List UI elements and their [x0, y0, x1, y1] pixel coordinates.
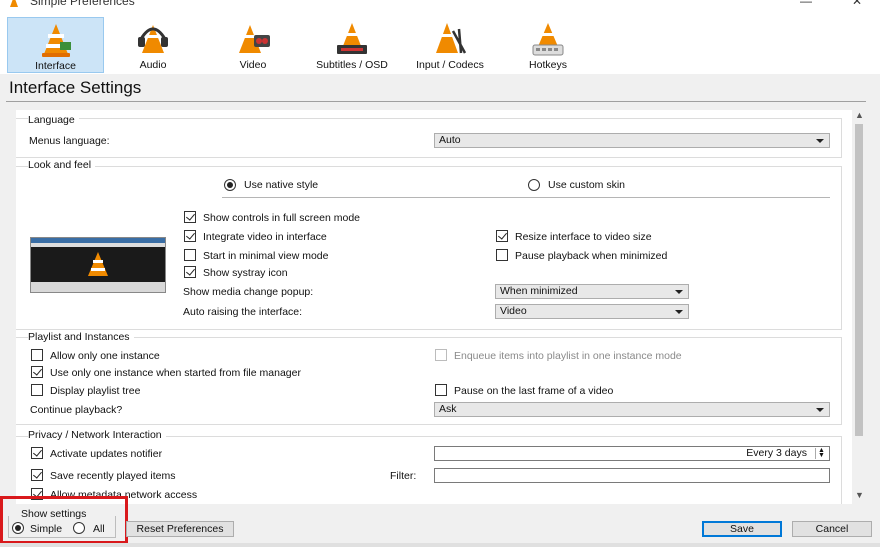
recent-items-label[interactable]: Save recently played items	[50, 470, 175, 482]
simple-radio[interactable]	[12, 522, 24, 534]
minimal-view-label[interactable]: Start in minimal view mode	[203, 250, 328, 262]
menus-language-select[interactable]: Auto	[434, 133, 830, 148]
native-style-radio[interactable]	[224, 179, 236, 191]
category-toolbar: Interface Audio Video Subtitles / OSD In…	[0, 12, 880, 74]
scrollbar-thumb[interactable]	[855, 124, 863, 436]
chevron-down-icon	[816, 139, 824, 143]
continue-playback-select[interactable]: Ask	[434, 402, 830, 417]
playlist-group-title: Playlist and Instances	[28, 331, 134, 343]
fullscreen-controls-checkbox[interactable]	[184, 211, 196, 223]
updates-interval-spinbox[interactable]: Every 3 days ▲ ▼	[434, 446, 830, 461]
media-popup-value: When minimized	[500, 285, 578, 297]
language-group-title: Language	[28, 114, 79, 126]
tab-subtitles-osd[interactable]: Subtitles / OSD	[305, 17, 399, 73]
enqueue-checkbox	[435, 349, 447, 361]
heading-divider	[6, 101, 866, 102]
native-style-label[interactable]: Use native style	[244, 179, 318, 191]
tab-video-label: Video	[239, 59, 267, 71]
recent-items-checkbox[interactable]	[31, 469, 43, 481]
pause-last-frame-label[interactable]: Pause on the last frame of a video	[454, 385, 613, 397]
window-bottom-edge	[0, 543, 880, 547]
vlc-cone-preview-icon	[88, 252, 108, 276]
filter-label: Filter:	[390, 470, 417, 482]
tab-video[interactable]: Video	[210, 17, 296, 73]
systray-checkbox[interactable]	[184, 266, 196, 278]
playlist-tree-label[interactable]: Display playlist tree	[50, 385, 140, 397]
chevron-down-icon	[816, 408, 824, 412]
one-instance-label[interactable]: Allow only one instance	[50, 350, 160, 362]
integrate-video-checkbox[interactable]	[184, 230, 196, 242]
all-radio[interactable]	[73, 522, 85, 534]
enqueue-label: Enqueue items into playlist in one insta…	[454, 350, 682, 362]
tab-interface-label: Interface	[35, 60, 76, 72]
reset-preferences-button[interactable]: Reset Preferences	[126, 521, 234, 537]
window-title: Simple Preferences	[30, 0, 135, 8]
auto-raise-select[interactable]: Video	[495, 304, 689, 319]
tab-subtitles-osd-label: Subtitles / OSD	[316, 59, 388, 71]
chevron-down-icon	[675, 290, 683, 294]
continue-playback-label: Continue playback?	[30, 404, 123, 416]
skin-divider	[222, 197, 830, 198]
tab-hotkeys-label: Hotkeys	[529, 59, 567, 71]
updates-notifier-checkbox[interactable]	[31, 447, 43, 459]
menus-language-value: Auto	[439, 134, 461, 146]
auto-raise-value: Video	[500, 305, 527, 317]
video-cone-icon	[239, 25, 270, 53]
tab-interface[interactable]: Interface	[7, 17, 104, 73]
settings-panel[interactable]: Language Menus language: Auto Look and f…	[16, 110, 852, 504]
look-and-feel-group-title: Look and feel	[28, 159, 96, 171]
headphones-cone-icon	[138, 25, 168, 53]
settings-scrollbar[interactable]: ▲ ▼	[852, 110, 866, 504]
interface-preview-image	[30, 237, 166, 293]
save-button[interactable]: Save	[702, 521, 782, 537]
codec-cone-icon	[436, 23, 467, 54]
subtitles-cone-icon	[337, 23, 367, 54]
pause-last-frame-checkbox[interactable]	[435, 384, 447, 396]
continue-playback-value: Ask	[439, 403, 457, 415]
tab-audio[interactable]: Audio	[110, 17, 196, 73]
media-popup-label: Show media change popup:	[183, 286, 314, 298]
all-label[interactable]: All	[93, 523, 105, 535]
vlc-cone-interface-icon	[41, 24, 71, 57]
vlc-app-icon	[10, 0, 18, 7]
custom-skin-label[interactable]: Use custom skin	[548, 179, 625, 191]
updates-notifier-label[interactable]: Activate updates notifier	[50, 448, 162, 460]
close-button[interactable]: ✕	[852, 0, 862, 8]
page-title: Interface Settings	[9, 78, 142, 97]
fullscreen-controls-label[interactable]: Show controls in full screen mode	[203, 212, 360, 224]
one-instance-checkbox[interactable]	[31, 349, 43, 361]
privacy-group-title: Privacy / Network Interaction	[28, 429, 166, 441]
spin-arrows-icon[interactable]: ▲ ▼	[815, 447, 827, 459]
playlist-tree-checkbox[interactable]	[31, 384, 43, 396]
scroll-up-icon[interactable]: ▲	[855, 110, 864, 120]
minimal-view-checkbox[interactable]	[184, 249, 196, 261]
updates-interval-value: Every 3 days	[746, 447, 807, 459]
media-popup-select[interactable]: When minimized	[495, 284, 689, 299]
chevron-down-icon	[675, 310, 683, 314]
title-bar: Simple Preferences — ✕	[0, 0, 880, 12]
custom-skin-radio[interactable]	[528, 179, 540, 191]
cancel-button[interactable]: Cancel	[792, 521, 872, 537]
tab-input-codecs-label: Input / Codecs	[416, 59, 484, 71]
resize-interface-checkbox[interactable]	[496, 230, 508, 242]
resize-interface-label[interactable]: Resize interface to video size	[515, 231, 652, 243]
integrate-video-label[interactable]: Integrate video in interface	[203, 231, 327, 243]
menus-language-label: Menus language:	[29, 135, 110, 147]
one-instance-fm-checkbox[interactable]	[31, 366, 43, 378]
simple-label[interactable]: Simple	[30, 523, 62, 535]
pause-minimized-label[interactable]: Pause playback when minimized	[515, 250, 667, 262]
systray-label[interactable]: Show systray icon	[203, 267, 288, 279]
scroll-down-icon[interactable]: ▼	[855, 490, 864, 500]
minimize-button[interactable]: —	[800, 0, 812, 8]
filter-input[interactable]	[434, 468, 830, 483]
tab-hotkeys[interactable]: Hotkeys	[505, 17, 591, 73]
hotkeys-cone-icon	[532, 23, 564, 56]
tab-audio-label: Audio	[139, 59, 167, 71]
one-instance-fm-label[interactable]: Use only one instance when started from …	[50, 367, 301, 379]
pause-minimized-checkbox[interactable]	[496, 249, 508, 261]
tab-input-codecs[interactable]: Input / Codecs	[405, 17, 495, 73]
auto-raise-label: Auto raising the interface:	[183, 306, 303, 318]
